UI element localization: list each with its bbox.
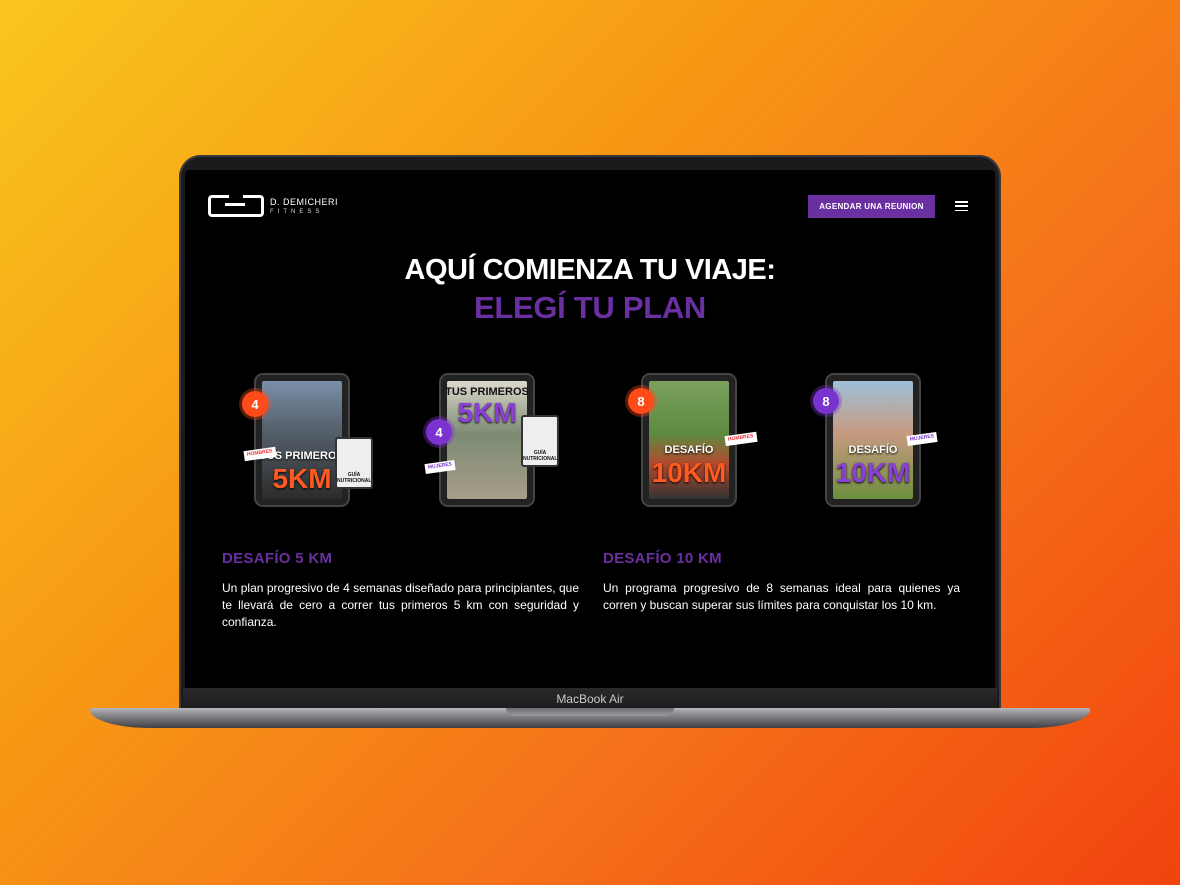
page-title: AQUÍ COMIENZA TU VIAJE: (404, 254, 776, 286)
plan-description-10km: Un programa progresivo de 8 semanas idea… (603, 581, 960, 612)
website-screen: D. DEMICHERI FITNESS AGENDAR UNA REUNION… (185, 170, 995, 688)
weeks-badge: 4 (242, 391, 268, 417)
laptop-notch (506, 708, 674, 716)
plan-title-10km[interactable]: DESAFÍO 10 KM (603, 550, 722, 567)
tablet-mockup: DESAFÍO 10KM (643, 375, 735, 505)
logo-name: D. DEMICHERI (270, 196, 339, 207)
hamburger-menu-icon[interactable] (955, 201, 968, 211)
nutrition-guide-mockup: GUÍA NUTRICIONAL (521, 415, 559, 467)
logo-mark-icon (208, 195, 264, 217)
nutrition-guide-mockup: GUÍA NUTRICIONAL (335, 437, 373, 489)
weeks-badge: 4 (426, 419, 452, 445)
weeks-badge: 8 (813, 388, 839, 414)
site-logo[interactable]: D. DEMICHERI FITNESS (208, 195, 338, 217)
logo-sub: FITNESS (270, 208, 324, 215)
schedule-meeting-button[interactable]: AGENDAR UNA REUNION (808, 195, 935, 218)
tablet-mockup: DESAFÍO 10KM (827, 375, 919, 505)
tablet-mockup: TUS PRIMEROS 5KM (441, 375, 533, 505)
page-subtitle: ELEGÍ TU PLAN (473, 290, 707, 325)
plan-description-5km: Un plan progresivo de 4 semanas diseñado… (222, 581, 579, 629)
plan-title-5km[interactable]: DESAFÍO 5 KM (222, 550, 332, 567)
device-label: MacBook Air (183, 688, 997, 710)
weeks-badge: 8 (628, 388, 654, 414)
